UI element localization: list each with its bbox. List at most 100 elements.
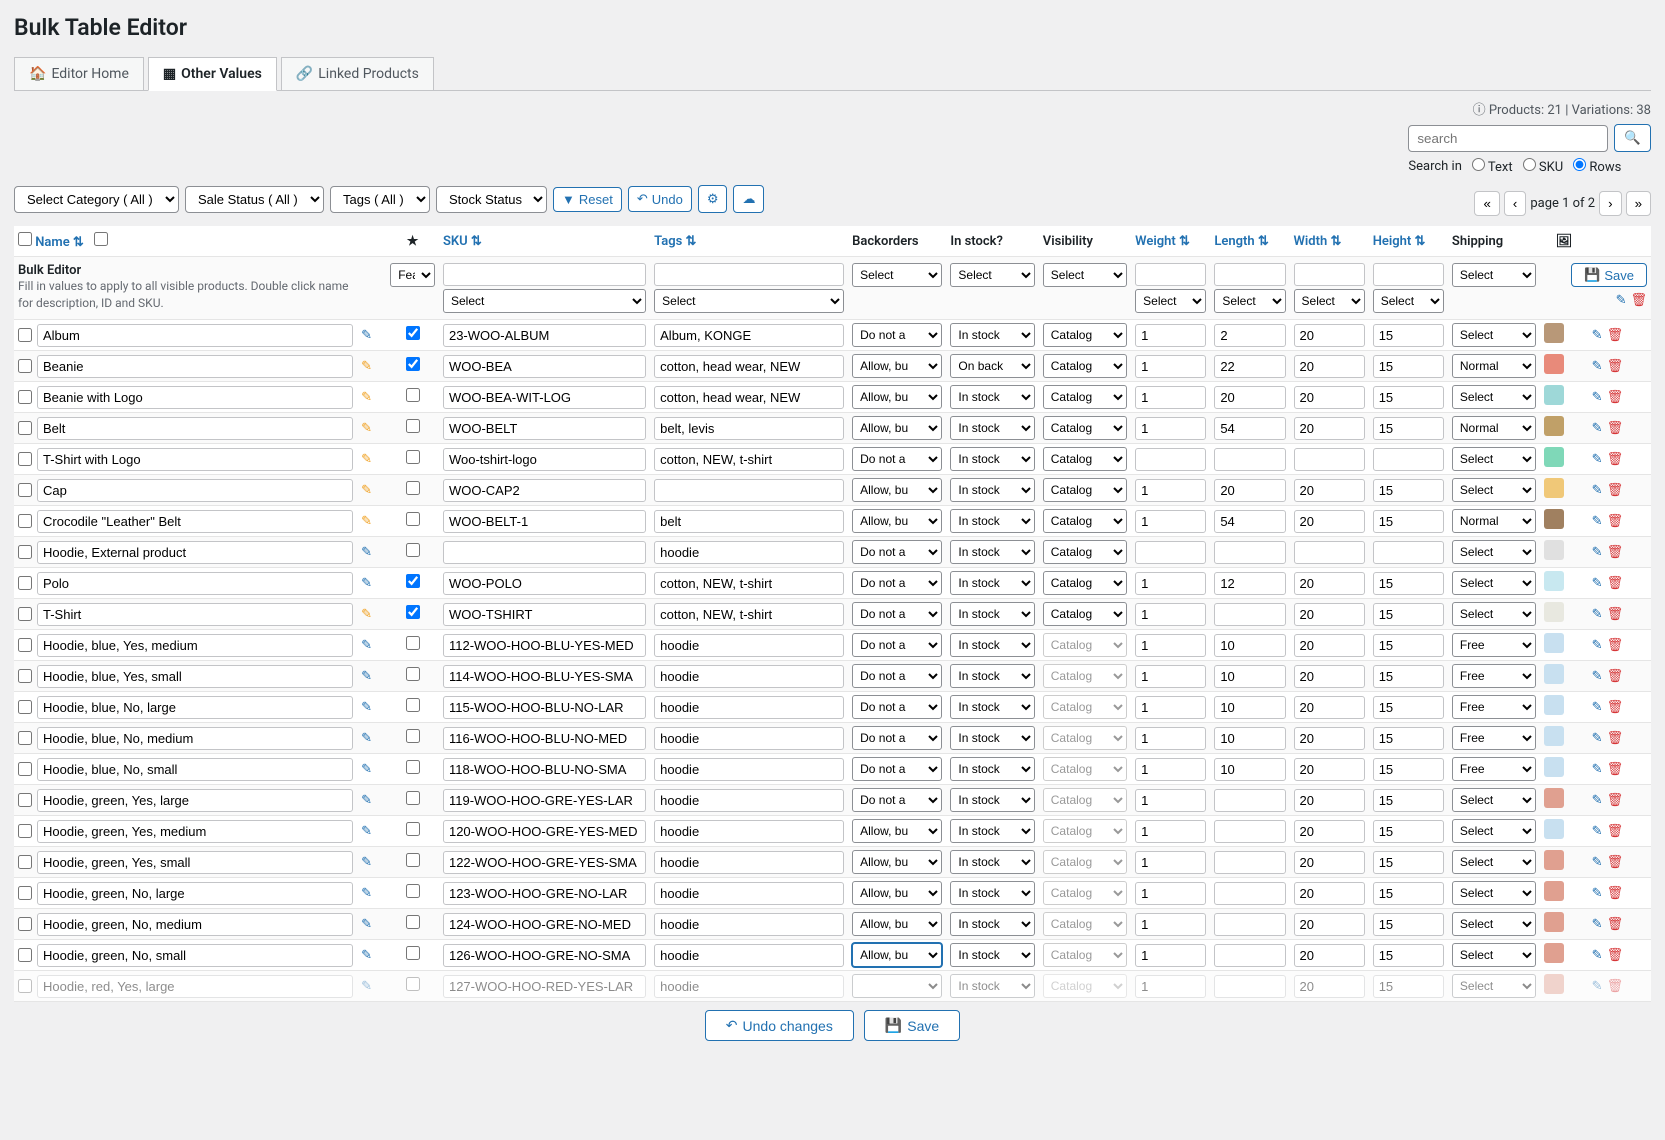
sku-input[interactable] bbox=[443, 603, 646, 626]
sku-input[interactable] bbox=[443, 975, 646, 998]
instock-select[interactable]: In stock bbox=[950, 664, 1034, 688]
tags-input[interactable] bbox=[654, 851, 844, 874]
bulk-visibility-select[interactable]: Select bbox=[1043, 263, 1127, 287]
row-checkbox[interactable] bbox=[18, 421, 32, 435]
height-input[interactable] bbox=[1373, 510, 1444, 533]
product-thumbnail[interactable] bbox=[1544, 478, 1564, 498]
row-delete-button[interactable]: 🗑 bbox=[1607, 421, 1624, 436]
width-input[interactable] bbox=[1294, 913, 1365, 936]
tags-input[interactable] bbox=[654, 975, 844, 998]
length-input[interactable] bbox=[1214, 355, 1285, 378]
length-input[interactable] bbox=[1214, 386, 1285, 409]
tags-filter[interactable]: Tags ( All ) bbox=[330, 186, 430, 213]
page-last[interactable]: » bbox=[1626, 191, 1651, 216]
row-delete-button[interactable]: 🗑 bbox=[1607, 979, 1624, 994]
length-input[interactable] bbox=[1214, 417, 1285, 440]
featured-checkbox[interactable] bbox=[406, 760, 420, 774]
width-input[interactable] bbox=[1294, 696, 1365, 719]
col-name[interactable]: Name bbox=[35, 235, 69, 250]
weight-input[interactable] bbox=[1135, 882, 1206, 905]
visibility-select[interactable]: Catalog bbox=[1043, 850, 1127, 874]
bulk-tags-select[interactable]: Select bbox=[654, 289, 844, 313]
instock-select[interactable]: In stock bbox=[950, 447, 1034, 471]
height-input[interactable] bbox=[1373, 913, 1444, 936]
backorders-select[interactable]: Do not a bbox=[852, 540, 942, 564]
row-edit-button[interactable]: ✎ bbox=[1592, 452, 1603, 467]
weight-input[interactable] bbox=[1135, 758, 1206, 781]
bulk-instock-select[interactable]: Select bbox=[950, 263, 1034, 287]
backorders-select[interactable]: Do not a bbox=[852, 695, 942, 719]
backorders-select[interactable]: Do not a bbox=[852, 602, 942, 626]
weight-input[interactable] bbox=[1135, 634, 1206, 657]
row-edit-button[interactable]: ✎ bbox=[1592, 824, 1603, 839]
weight-input[interactable] bbox=[1135, 975, 1206, 998]
tags-input[interactable] bbox=[654, 603, 844, 626]
length-input[interactable] bbox=[1214, 324, 1285, 347]
height-input[interactable] bbox=[1373, 758, 1444, 781]
bulk-height-input[interactable] bbox=[1373, 263, 1444, 286]
product-thumbnail[interactable] bbox=[1544, 664, 1564, 684]
sku-input[interactable] bbox=[443, 355, 646, 378]
row-edit-button[interactable]: ✎ bbox=[1592, 762, 1603, 777]
row-checkbox[interactable] bbox=[18, 948, 32, 962]
sku-input[interactable] bbox=[443, 882, 646, 905]
weight-input[interactable] bbox=[1135, 386, 1206, 409]
instock-select[interactable]: In stock bbox=[950, 602, 1034, 626]
weight-input[interactable] bbox=[1135, 944, 1206, 967]
length-input[interactable] bbox=[1214, 727, 1285, 750]
backorders-select[interactable]: Allow, bu bbox=[852, 354, 942, 378]
visibility-select[interactable]: Catalog bbox=[1043, 943, 1127, 967]
visibility-select[interactable]: Catalog bbox=[1043, 695, 1127, 719]
row-edit-button[interactable]: ✎ bbox=[1592, 576, 1603, 591]
col-sku[interactable]: SKU ⇅ bbox=[439, 226, 650, 257]
tags-input[interactable] bbox=[654, 634, 844, 657]
row-checkbox[interactable] bbox=[18, 638, 32, 652]
visibility-select[interactable]: Catalog bbox=[1043, 385, 1127, 409]
featured-checkbox[interactable] bbox=[406, 388, 420, 402]
name-input[interactable] bbox=[37, 975, 353, 998]
height-input[interactable] bbox=[1373, 355, 1444, 378]
tags-input[interactable] bbox=[654, 944, 844, 967]
bulk-height-select[interactable]: Select bbox=[1373, 289, 1444, 313]
row-checkbox[interactable] bbox=[18, 855, 32, 869]
featured-checkbox[interactable] bbox=[406, 357, 420, 371]
featured-checkbox[interactable] bbox=[406, 915, 420, 929]
height-input[interactable] bbox=[1373, 944, 1444, 967]
row-checkbox[interactable] bbox=[18, 731, 32, 745]
instock-select[interactable]: In stock bbox=[950, 478, 1034, 502]
row-checkbox[interactable] bbox=[18, 824, 32, 838]
tags-input[interactable] bbox=[654, 758, 844, 781]
footer-save-button[interactable]: 💾Save bbox=[864, 1010, 960, 1041]
instock-select[interactable]: In stock bbox=[950, 571, 1034, 595]
tags-input[interactable] bbox=[654, 417, 844, 440]
width-input[interactable] bbox=[1294, 417, 1365, 440]
row-edit-button[interactable]: ✎ bbox=[1592, 359, 1603, 374]
edit-icon[interactable]: ✎ bbox=[361, 731, 372, 746]
shipping-select[interactable]: Select bbox=[1452, 478, 1536, 502]
page-first[interactable]: « bbox=[1474, 191, 1499, 216]
col-height[interactable]: Height ⇅ bbox=[1369, 226, 1448, 257]
height-input[interactable] bbox=[1373, 541, 1444, 564]
shipping-select[interactable]: Select bbox=[1452, 323, 1536, 347]
col-length[interactable]: Length ⇅ bbox=[1210, 226, 1289, 257]
shipping-select[interactable]: Select bbox=[1452, 850, 1536, 874]
backorders-select[interactable]: Allow, bu bbox=[852, 850, 942, 874]
tags-input[interactable] bbox=[654, 665, 844, 688]
height-input[interactable] bbox=[1373, 789, 1444, 812]
shipping-select[interactable]: Select bbox=[1452, 881, 1536, 905]
instock-select[interactable]: In stock bbox=[950, 633, 1034, 657]
row-checkbox[interactable] bbox=[18, 979, 32, 993]
shipping-select[interactable]: Normal bbox=[1452, 354, 1536, 378]
backorders-select[interactable]: Do not a bbox=[852, 664, 942, 688]
bulk-width-select[interactable]: Select bbox=[1294, 289, 1365, 313]
row-delete-button[interactable]: 🗑 bbox=[1607, 793, 1624, 808]
shipping-select[interactable]: Free bbox=[1452, 726, 1536, 750]
col-featured[interactable]: ★ bbox=[386, 226, 439, 257]
row-delete-button[interactable]: 🗑 bbox=[1607, 390, 1624, 405]
product-thumbnail[interactable] bbox=[1544, 850, 1564, 870]
width-input[interactable] bbox=[1294, 789, 1365, 812]
featured-checkbox[interactable] bbox=[406, 977, 420, 991]
name-input[interactable] bbox=[37, 944, 353, 967]
instock-select[interactable]: In stock bbox=[950, 540, 1034, 564]
row-delete-button[interactable]: 🗑 bbox=[1607, 452, 1624, 467]
